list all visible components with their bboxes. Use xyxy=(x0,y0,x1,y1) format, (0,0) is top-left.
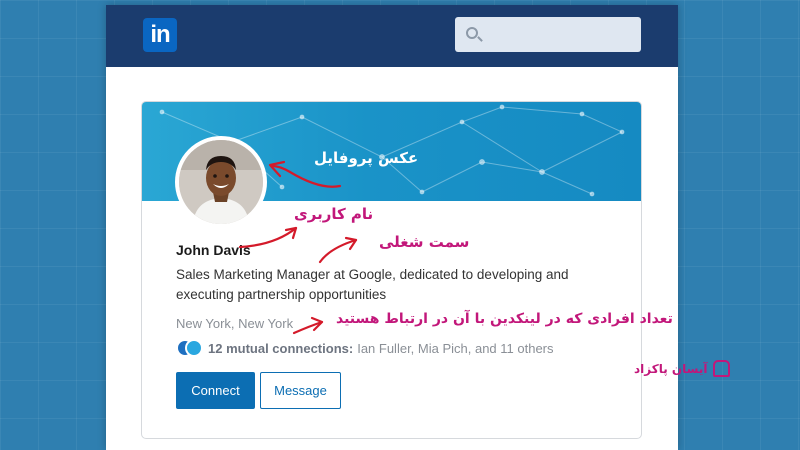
mutual-connections-icon xyxy=(176,338,204,358)
profile-name[interactable]: John Davis xyxy=(176,242,251,258)
profile-headline: Sales Marketing Manager at Google, dedic… xyxy=(176,267,569,302)
profile-avatar[interactable] xyxy=(175,136,267,228)
watermark-text: آیسان پاکزاد xyxy=(634,361,708,376)
mutual-names: Ian Fuller, Mia Pich, and 11 others xyxy=(357,340,554,356)
mutual-connections[interactable]: 12 mutual connections: Ian Fuller, Mia P… xyxy=(176,338,554,358)
annotation-profile-picture: عکس پروفایل xyxy=(314,149,419,167)
linkedin-logo[interactable]: in xyxy=(143,18,177,52)
linkedin-window: in John Davis Sales Marketing Manager at… xyxy=(106,5,678,450)
connect-button[interactable]: Connect xyxy=(176,372,255,409)
mutual-count: 12 mutual connections: xyxy=(208,340,354,356)
search-icon xyxy=(466,27,478,39)
top-navigation-bar: in xyxy=(106,5,678,67)
profile-location: New York, New York xyxy=(176,316,294,331)
message-button[interactable]: Message xyxy=(260,372,341,409)
watermark-logo-icon xyxy=(713,360,731,377)
annotation-username: نام کاربری xyxy=(294,205,374,223)
annotation-job-title: سمت شغلی xyxy=(379,233,470,251)
annotation-connections: تعداد افرادی که در لینکدین با آن در ارتب… xyxy=(336,311,673,327)
person-photo-icon xyxy=(179,140,263,224)
watermark: آیسان پاکزاد xyxy=(634,360,731,377)
search-input[interactable] xyxy=(455,17,641,52)
